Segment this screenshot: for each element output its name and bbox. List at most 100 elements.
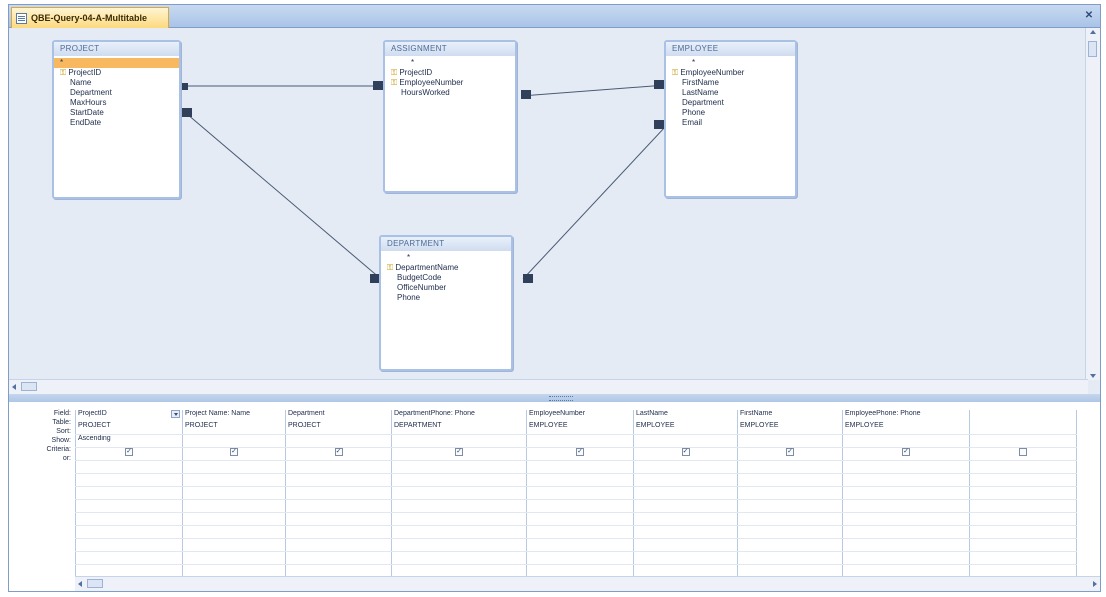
scroll-left-arrow-icon[interactable] (12, 384, 16, 390)
grid-cell-empty[interactable] (737, 551, 843, 565)
grid-cell-criteria[interactable] (526, 460, 634, 474)
show-checkbox[interactable]: ✓ (334, 447, 343, 456)
pane-splitter[interactable] (8, 394, 1101, 402)
show-checkbox[interactable]: ✓ (681, 447, 690, 456)
table-field[interactable]: MaxHours (60, 98, 179, 108)
grid-cell-empty[interactable] (737, 538, 843, 552)
grid-cell-table[interactable]: EMPLOYEE (633, 421, 738, 435)
grid-cell-or[interactable] (526, 473, 634, 487)
table-field[interactable]: OfficeNumber (387, 283, 511, 293)
grid-cell-empty[interactable] (969, 538, 1077, 552)
grid-cell-table[interactable]: DEPARTMENT (391, 421, 527, 435)
grid-cell-empty[interactable] (75, 499, 183, 513)
grid-cell-empty[interactable] (285, 512, 392, 526)
scroll-thumb[interactable] (21, 382, 37, 391)
grid-cell-field[interactable]: ProjectID (75, 410, 183, 422)
table-field[interactable]: * (672, 58, 795, 68)
query-document-tab[interactable]: QBE-Query-04-A-Multitable (11, 7, 169, 28)
grid-cell-empty[interactable] (75, 525, 183, 539)
grid-cell-empty[interactable] (285, 525, 392, 539)
table-field[interactable]: StartDate (60, 108, 179, 118)
grid-cell-empty[interactable] (526, 499, 634, 513)
table-title[interactable]: ASSIGNMENT (385, 42, 515, 56)
table-field[interactable]: FirstName (672, 78, 795, 88)
table-field[interactable]: Department (60, 88, 179, 98)
grid-cell-field[interactable]: FirstName (737, 410, 843, 422)
grid-cell-empty[interactable] (285, 486, 392, 500)
grid-cell-criteria[interactable] (391, 460, 527, 474)
design-horizontal-scrollbar[interactable] (9, 379, 1088, 394)
grid-cell-sort[interactable] (737, 434, 843, 448)
grid-cell-field[interactable]: EmployeeNumber (526, 410, 634, 422)
grid-cell-empty[interactable] (391, 512, 527, 526)
scroll-down-arrow-icon[interactable] (1090, 374, 1096, 378)
scroll-left-arrow-icon[interactable] (78, 581, 82, 587)
grid-cell-empty[interactable] (969, 486, 1077, 500)
grid-cell-empty[interactable] (182, 538, 286, 552)
show-checkbox[interactable]: ✓ (125, 447, 133, 456)
show-checkbox[interactable]: ✓ (786, 447, 794, 456)
table-field[interactable]: BudgetCode (387, 273, 511, 283)
show-checkbox[interactable]: ✓ (230, 447, 238, 456)
table-field[interactable]: * (391, 58, 515, 68)
grid-cell-empty[interactable] (182, 499, 286, 513)
grid-cell-or[interactable] (969, 473, 1077, 487)
grid-cell-empty[interactable] (842, 551, 970, 565)
table-title[interactable]: PROJECT (54, 42, 179, 56)
grid-cell-empty[interactable] (737, 525, 843, 539)
table-field[interactable]: EndDate (60, 118, 179, 128)
table-field[interactable]: Phone (387, 293, 511, 303)
grid-cell-empty[interactable] (633, 538, 738, 552)
table-field-key[interactable]: ProjectID (391, 68, 515, 78)
grid-cell-or[interactable] (285, 473, 392, 487)
grid-cell-or[interactable] (75, 473, 183, 487)
grid-cell-criteria[interactable] (969, 460, 1077, 474)
grid-cell-empty[interactable] (633, 512, 738, 526)
grid-cell-empty[interactable] (842, 486, 970, 500)
table-title[interactable]: EMPLOYEE (666, 42, 795, 56)
grid-cell-field[interactable]: Department (285, 410, 392, 422)
grid-cell-empty[interactable] (182, 486, 286, 500)
grid-cell-empty[interactable] (391, 538, 527, 552)
table-field[interactable]: * (387, 253, 511, 263)
grid-cell-empty[interactable] (737, 499, 843, 513)
table-field[interactable]: Name (60, 78, 179, 88)
grid-cell-empty[interactable] (526, 512, 634, 526)
table-field[interactable]: Department (672, 98, 795, 108)
show-checkbox[interactable] (1019, 447, 1027, 456)
grid-cell-empty[interactable] (526, 486, 634, 500)
grid-cell-empty[interactable] (633, 486, 738, 500)
grid-horizontal-scrollbar[interactable] (75, 576, 1100, 591)
grid-cell-empty[interactable] (75, 486, 183, 500)
grid-cell-field[interactable]: Project Name: Name (182, 410, 286, 422)
query-design-grid[interactable]: ProjectID Project Name: Name Department … (75, 410, 1077, 579)
grid-cell-empty[interactable] (526, 525, 634, 539)
grid-cell-empty[interactable] (842, 499, 970, 513)
grid-cell-empty[interactable] (391, 551, 527, 565)
grid-cell-empty[interactable] (526, 538, 634, 552)
table-box-department[interactable]: DEPARTMENT * DepartmentName BudgetCode O… (379, 235, 513, 371)
table-title[interactable]: DEPARTMENT (381, 237, 511, 251)
query-grid-pane[interactable]: Field: Table: Sort: Show: Criteria: or: … (8, 402, 1101, 592)
grid-cell-empty[interactable] (526, 551, 634, 565)
grid-cell-criteria[interactable] (182, 460, 286, 474)
grid-cell-table[interactable]: PROJECT (75, 421, 183, 435)
grid-cell-empty[interactable] (182, 512, 286, 526)
table-field-key[interactable]: EmployeeNumber (672, 68, 795, 78)
grid-cell-table[interactable]: PROJECT (182, 421, 286, 435)
grid-cell-empty[interactable] (285, 551, 392, 565)
show-checkbox[interactable]: ✓ (902, 447, 910, 456)
grid-cell-empty[interactable] (969, 525, 1077, 539)
grid-cell-table[interactable]: EMPLOYEE (526, 421, 634, 435)
grid-cell-sort[interactable] (633, 434, 738, 448)
grid-cell-empty[interactable] (633, 499, 738, 513)
scroll-thumb[interactable] (87, 579, 103, 588)
grid-cell-sort[interactable] (182, 434, 286, 448)
grid-cell-or[interactable] (842, 473, 970, 487)
table-box-assignment[interactable]: ASSIGNMENT * ProjectID EmployeeNumber Ho… (383, 40, 517, 193)
grid-cell-or[interactable] (633, 473, 738, 487)
grid-cell-field[interactable]: LastName (633, 410, 738, 422)
show-checkbox[interactable]: ✓ (455, 447, 463, 456)
table-box-project[interactable]: PROJECT * ProjectID Name Department MaxH… (52, 40, 181, 199)
grid-cell-empty[interactable] (75, 551, 183, 565)
